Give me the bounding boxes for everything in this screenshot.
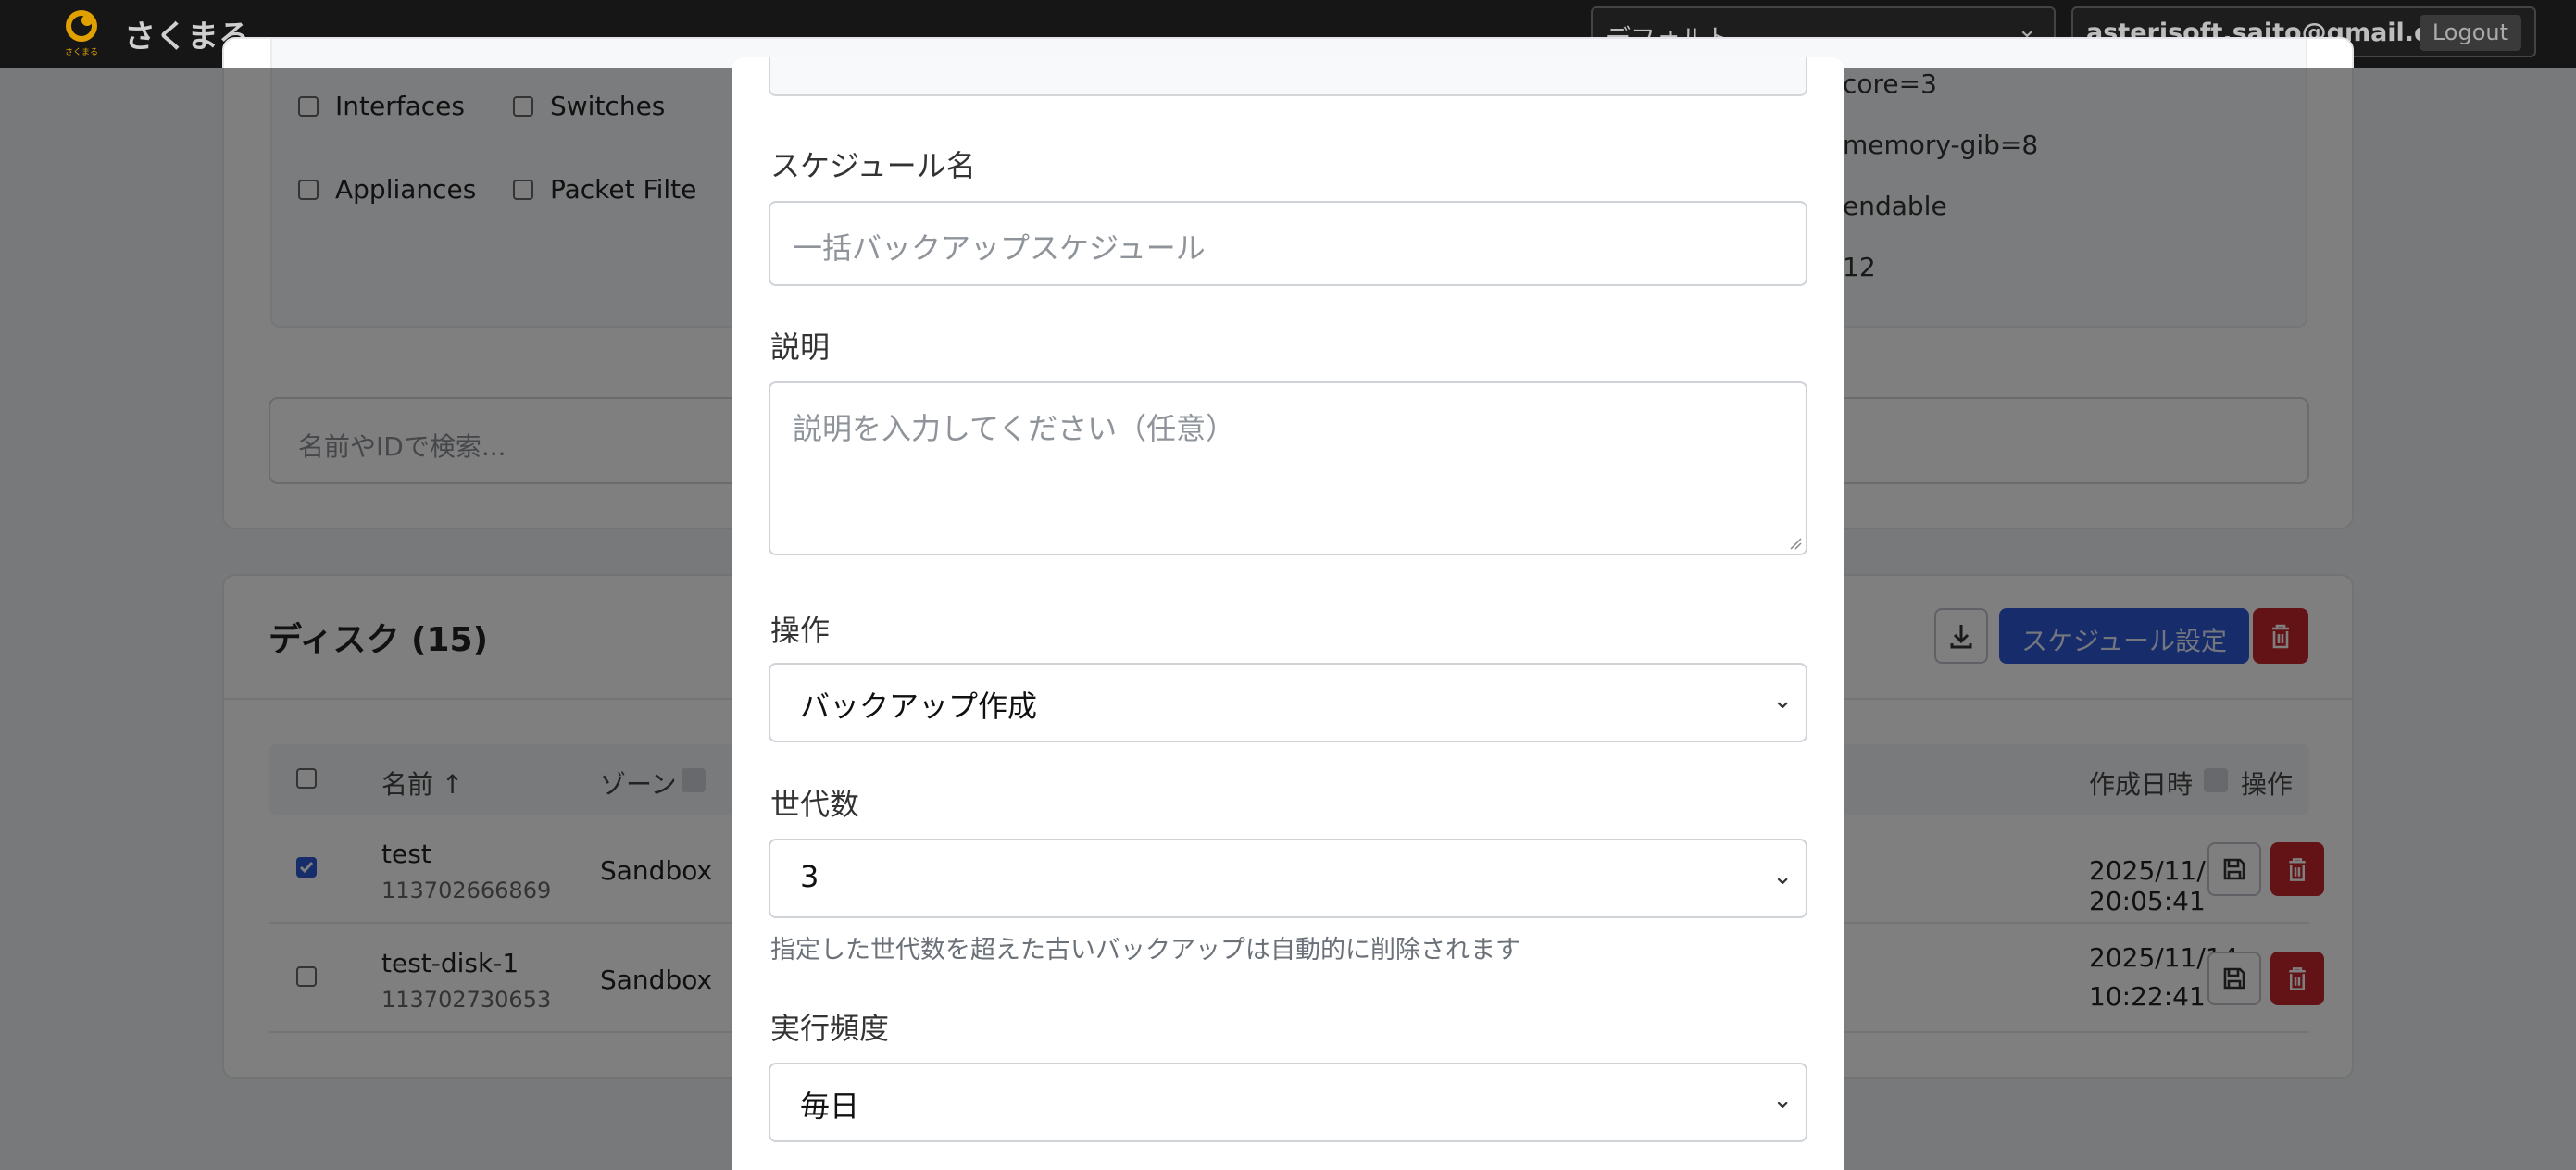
description-textarea[interactable]: 説明を入力してください（任意） [769, 381, 1807, 555]
description-label: 説明 [770, 330, 831, 365]
resize-handle-icon[interactable] [1789, 537, 1802, 550]
operation-select[interactable]: バックアップ作成 ⌄ [769, 663, 1807, 742]
schedule-name-placeholder: 一括バックアップスケジュール [793, 230, 1206, 266]
schedule-name-label: スケジュール名 [770, 148, 976, 183]
operation-select-value: バックアップ作成 [800, 689, 1038, 724]
frequency-select-value: 毎日 [800, 1089, 860, 1124]
generations-select-value: 3 [800, 859, 819, 894]
chevron-down-icon: ⌄ [1772, 1087, 1793, 1114]
frequency-label: 実行頻度 [770, 1011, 890, 1046]
generations-label: 世代数 [770, 787, 860, 822]
logout-button[interactable]: Logout [2419, 15, 2521, 51]
schedule-name-input[interactable]: 一括バックアップスケジュール [769, 201, 1807, 286]
description-placeholder: 説明を入力してください（任意） [793, 411, 1236, 446]
operation-label: 操作 [770, 613, 831, 648]
chevron-down-icon: ⌄ [1772, 863, 1793, 890]
schedule-modal: スケジュール名 一括バックアップスケジュール 説明 説明を入力してください（任意… [732, 57, 1844, 1170]
svg-text:さくまる: さくまる [65, 47, 98, 57]
generations-select[interactable]: 3 ⌄ [769, 839, 1807, 918]
brand-logo-icon[interactable]: さくまる [61, 7, 102, 57]
previous-field[interactable] [769, 57, 1807, 96]
frequency-select[interactable]: 毎日 ⌄ [769, 1063, 1807, 1142]
generations-hint: 指定した世代数を超えた古いバックアップは自動的に削除されます [770, 936, 1520, 965]
chevron-down-icon: ⌄ [1772, 687, 1793, 715]
